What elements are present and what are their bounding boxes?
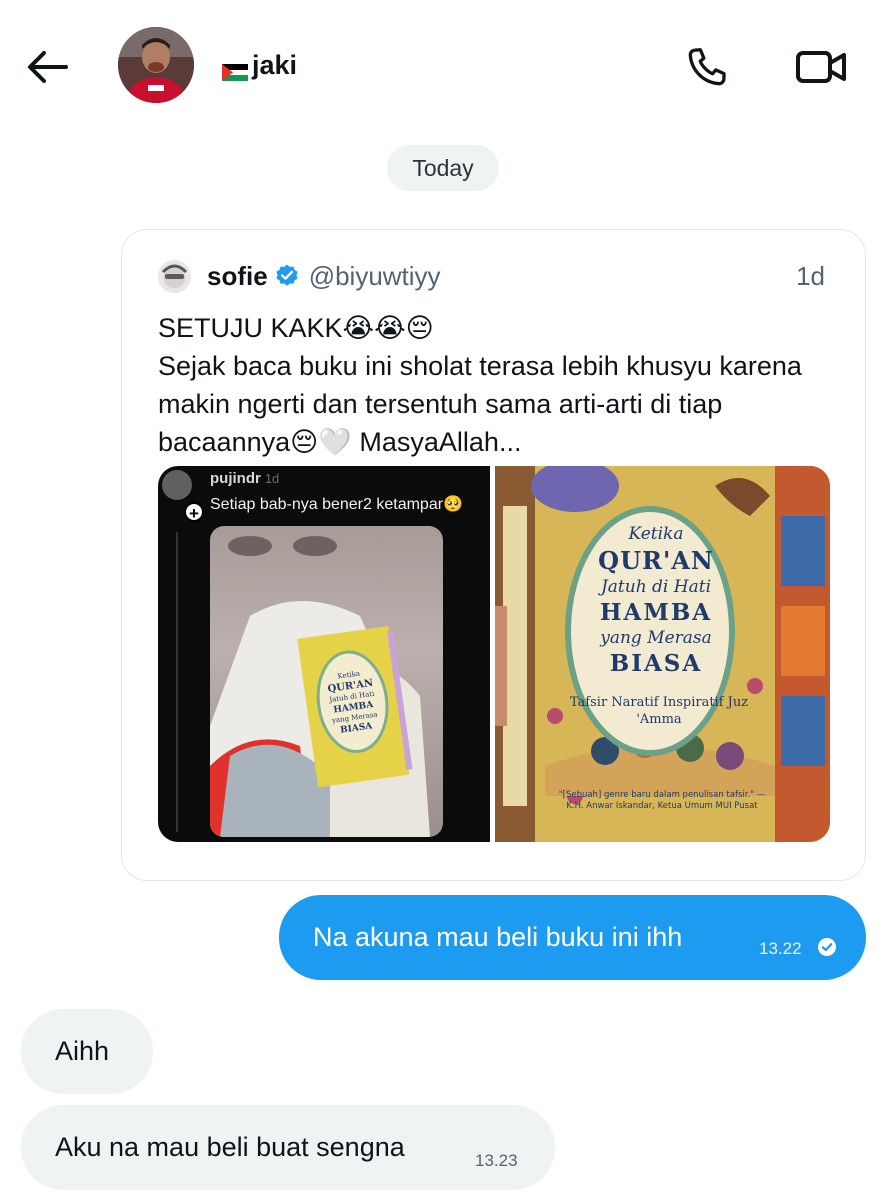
follow-plus-icon: +: [184, 502, 204, 523]
screenshot-caption: Setiap bab-nya bener2 ketampar🥺: [210, 496, 463, 513]
book-blurb: "[Sebuah] genre baru dalam penulisan taf…: [558, 790, 766, 811]
post-text: SETUJU KAKK😭😭😔 Sejak baca buku ini shola…: [158, 313, 802, 457]
message-text: Aku na mau beli buat sengna: [55, 1132, 405, 1162]
incoming-message-bubble[interactable]: Aku na mau beli buat sengna 13.23: [21, 1105, 555, 1190]
outgoing-message-bubble[interactable]: Na akuna mau beli buku ini ihh 13.22: [279, 895, 866, 980]
post-author-avatar[interactable]: [158, 259, 191, 293]
voice-call-button[interactable]: [682, 42, 732, 92]
date-divider-label: Today: [412, 154, 474, 181]
message-timestamp: 13.22: [759, 939, 802, 958]
arrow-left-icon: [28, 51, 68, 83]
shared-post-card[interactable]: sofie @biyuwtiyy 1d SETUJU KAKK😭😭😔 Sejak…: [121, 229, 866, 881]
palestine-flag-icon: [222, 57, 248, 81]
post-media-image-2[interactable]: Ketika QUR'AN Jatuh di Hati HAMBA yang M…: [495, 466, 830, 842]
post-author-name[interactable]: sofie: [207, 261, 268, 292]
screenshot-username: pujindr 1d: [210, 470, 280, 487]
check-circle-icon: [818, 938, 836, 956]
book-photo: Ketika QUR'AN Jatuh di Hati HAMBA yang M…: [210, 526, 443, 837]
post-author-handle[interactable]: @biyuwtiyy: [309, 261, 441, 292]
screenshot-avatar: [162, 470, 192, 500]
message-text: Aihh: [55, 1036, 110, 1066]
contact-avatar[interactable]: [118, 27, 194, 103]
incoming-message-bubble[interactable]: Aihh: [21, 1009, 153, 1094]
message-text: Na akuna mau beli buku ini ihh: [313, 922, 683, 952]
message-timestamp: 13.23: [475, 1151, 518, 1170]
verified-badge-icon: [276, 264, 298, 286]
back-button[interactable]: [24, 44, 70, 90]
post-header: sofie @biyuwtiyy 1d: [158, 259, 825, 293]
video-call-button[interactable]: [792, 42, 850, 92]
thread-line: [176, 532, 178, 832]
post-timestamp: 1d: [796, 260, 825, 291]
video-camera-icon: [796, 51, 846, 83]
date-divider: Today: [387, 145, 499, 191]
contact-name[interactable]: jaki: [222, 50, 297, 81]
post-media-grid: + pujindr 1d Setiap bab-nya bener2 ketamp…: [158, 466, 830, 842]
phone-icon: [688, 48, 726, 86]
conversation-header: jaki: [0, 0, 887, 130]
book-subtitle: Tafsir Naratif Inspiratif Juz 'Amma: [569, 695, 749, 727]
contact-name-label: jaki: [252, 50, 298, 80]
book-title: Ketika QUR'AN Jatuh di Hati HAMBA yang M…: [598, 524, 714, 677]
post-media-image-1[interactable]: + pujindr 1d Setiap bab-nya bener2 ketamp…: [158, 466, 490, 842]
